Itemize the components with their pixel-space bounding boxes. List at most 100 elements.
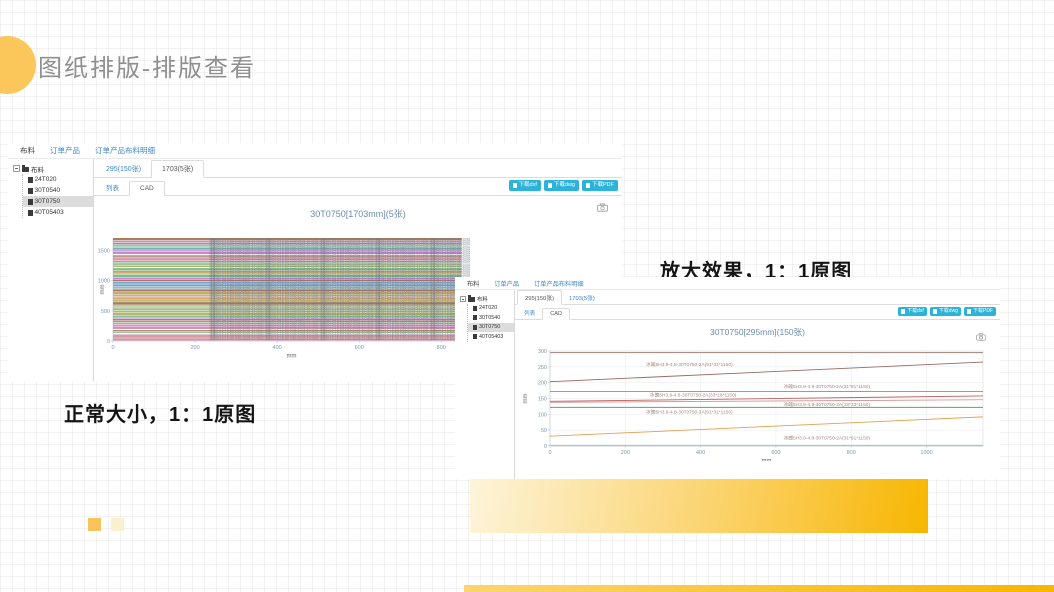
folder-icon <box>468 297 475 302</box>
tree-item-label: 30T0540 <box>479 315 500 321</box>
nav-tab-order-fabric-detail[interactable]: 订单产品布料明细 <box>534 279 584 288</box>
tree-item-24T020[interactable]: 24T020 <box>23 174 93 185</box>
piece-label: 冰魄5H3.9-4.8-30T0750-2A(91*31*1150) <box>646 361 733 368</box>
y-tick-label: 0 <box>544 444 547 450</box>
y-tick-label: 250 <box>538 365 547 371</box>
piece-label: 冰魄5H3.9-4.8-30T0750-2A(18*33*1150) <box>783 401 870 408</box>
top-nav: 布料 订单产品 订单产品布料明细 <box>455 277 1000 290</box>
tree-item-40T05403[interactable]: 40T05403 <box>23 207 93 218</box>
tab-1703[interactable]: 1703(5张) <box>151 160 204 178</box>
y-tick-label: 100 <box>538 412 547 418</box>
tab-295[interactable]: 295(150张) <box>517 290 562 305</box>
fabric-tree: 布料 24T020 30T0540 30T0750 <box>455 290 515 479</box>
x-tick-label: 200 <box>621 450 630 456</box>
piece-label: 冰魄5H3.9-4.8-30T0750-2A(91*31*1150) <box>646 408 733 415</box>
y-tick-label: 500 <box>101 309 110 315</box>
app-window-zoom: 布料 订单产品 订单产品布料明细 布料 24T020 30 <box>455 277 1000 479</box>
page-title: 图纸排版-排版查看 <box>38 48 256 83</box>
download-dwg-button[interactable]: 下载dwg <box>930 307 961 316</box>
x-tick-label: 600 <box>771 450 780 456</box>
tree-item-30T0750[interactable]: 30T0750 <box>23 196 93 207</box>
layout-tabs: 295(150张) 1703(5张) <box>94 159 622 178</box>
chart-title-2: 30T0750[295mm](150张) <box>515 326 1000 338</box>
download-dxf-button[interactable]: 下载dxf <box>509 180 541 191</box>
tree-item-30T0540[interactable]: 30T0540 <box>468 313 514 323</box>
file-icon <box>473 325 477 330</box>
y-axis-label: mm <box>100 285 106 295</box>
nav-tab-order-product[interactable]: 订单产品 <box>494 279 519 288</box>
deco-square-dark <box>88 518 101 531</box>
y-tick-label: 1000 <box>98 279 110 285</box>
deco-gradient-bar <box>470 479 928 533</box>
piece-label: 冰魄5H3.9-4.8-30T0750-2A(31*91*1150) <box>783 383 870 390</box>
tree-item-30T0540[interactable]: 30T0540 <box>23 185 93 196</box>
tree-root-label: 布料 <box>477 295 488 303</box>
y-tick-label: 0 <box>107 339 110 345</box>
caption-normal-size: 正常大小，1：1原图 <box>64 398 256 427</box>
export-buttons: 下载dxf 下载dwg 下载PDF <box>509 180 618 191</box>
tab-list[interactable]: 列表 <box>517 307 542 319</box>
collapse-icon[interactable] <box>13 165 20 172</box>
tree-item-label: 30T0540 <box>35 187 61 194</box>
file-icon <box>967 309 971 314</box>
view-tabs: 列表 CAD 下载dxf 下载dwg 下载PDF <box>515 305 1000 320</box>
y-tick-label: 200 <box>538 381 547 387</box>
camera-icon[interactable] <box>597 199 608 217</box>
file-icon <box>473 334 477 339</box>
x-tick-label: 0 <box>548 450 551 456</box>
tree-item-label: 30T0750 <box>479 324 500 330</box>
tree-root[interactable]: 布料 <box>460 294 514 304</box>
file-icon <box>473 315 477 320</box>
file-icon <box>901 309 905 314</box>
x-tick-label: 600 <box>355 345 364 351</box>
tab-295[interactable]: 295(150张) <box>96 161 151 177</box>
tab-list[interactable]: 列表 <box>96 179 129 195</box>
tree-root-label: 布料 <box>31 164 44 174</box>
tree-item-30T0750[interactable]: 30T0750 <box>468 323 514 333</box>
deco-bottom-strip <box>464 585 1054 592</box>
y-tick-label: 50 <box>541 428 547 434</box>
y-tick-label: 150 <box>538 397 547 403</box>
piece-label: 冰魄5H3.9-4.8-30T0750-2A(33*18*1150) <box>650 391 737 398</box>
collapse-icon[interactable] <box>460 296 466 302</box>
download-pdf-button[interactable]: 下载PDF <box>964 307 996 316</box>
tab-cad[interactable]: CAD <box>542 308 570 320</box>
file-icon <box>473 306 477 311</box>
tree-item-label: 24T020 <box>35 176 57 183</box>
folder-icon <box>22 167 29 172</box>
nav-tab-fabric[interactable]: 布料 <box>20 145 35 156</box>
download-dwg-button[interactable]: 下载dwg <box>544 180 579 191</box>
download-dxf-button[interactable]: 下载dxf <box>898 307 927 316</box>
file-icon <box>933 309 937 314</box>
tree-root[interactable]: 布料 <box>13 163 93 174</box>
piece-outlines <box>550 353 983 446</box>
nav-tab-fabric[interactable]: 布料 <box>467 279 479 288</box>
file-icon <box>28 188 33 194</box>
y-tick-label: 300 <box>538 349 547 355</box>
y-axis-label: mm <box>523 394 529 404</box>
x-tick-label: 400 <box>273 345 282 351</box>
tree-item-24T020[interactable]: 24T020 <box>468 304 514 314</box>
tree-children: 24T020 30T0540 30T0750 40T05403 <box>22 174 93 218</box>
nav-tab-order-fabric-detail[interactable]: 订单产品布料明细 <box>95 145 155 156</box>
cad-chart-2-svg: 02004006008001000050100150200250300mmmm冰… <box>521 343 1001 461</box>
tree-item-label: 40T05403 <box>35 209 64 216</box>
download-pdf-button[interactable]: 下载PDF <box>582 180 618 191</box>
x-axis-label: mm <box>762 459 772 462</box>
file-icon <box>513 183 517 188</box>
tree-item-40T05403[interactable]: 40T05403 <box>468 332 514 342</box>
camera-icon[interactable] <box>976 328 986 346</box>
chart-title-1: 30T0750[1703mm](5张) <box>94 207 622 220</box>
tab-cad[interactable]: CAD <box>129 181 165 196</box>
nav-tab-order-product[interactable]: 订单产品 <box>50 145 80 156</box>
file-icon <box>28 210 33 216</box>
x-tick-label: 1000 <box>920 450 932 456</box>
view-tabs: 列表 CAD 下载dxf 下载dwg 下载PDF <box>94 178 622 196</box>
tree-children: 24T020 30T0540 30T0750 40T05403 <box>467 304 514 342</box>
y-tick-label: 1500 <box>98 248 110 254</box>
axes: 02004006008001000050100150200250300mmmm <box>523 349 983 461</box>
tab-1703[interactable]: 1703(5张) <box>562 291 602 304</box>
tree-item-label: 40T05403 <box>479 334 503 340</box>
tree-item-label: 30T0750 <box>35 198 61 205</box>
piece-label: 冰魄5H3.9-4.8-30T0750-2A(31*91*1150) <box>783 435 870 442</box>
